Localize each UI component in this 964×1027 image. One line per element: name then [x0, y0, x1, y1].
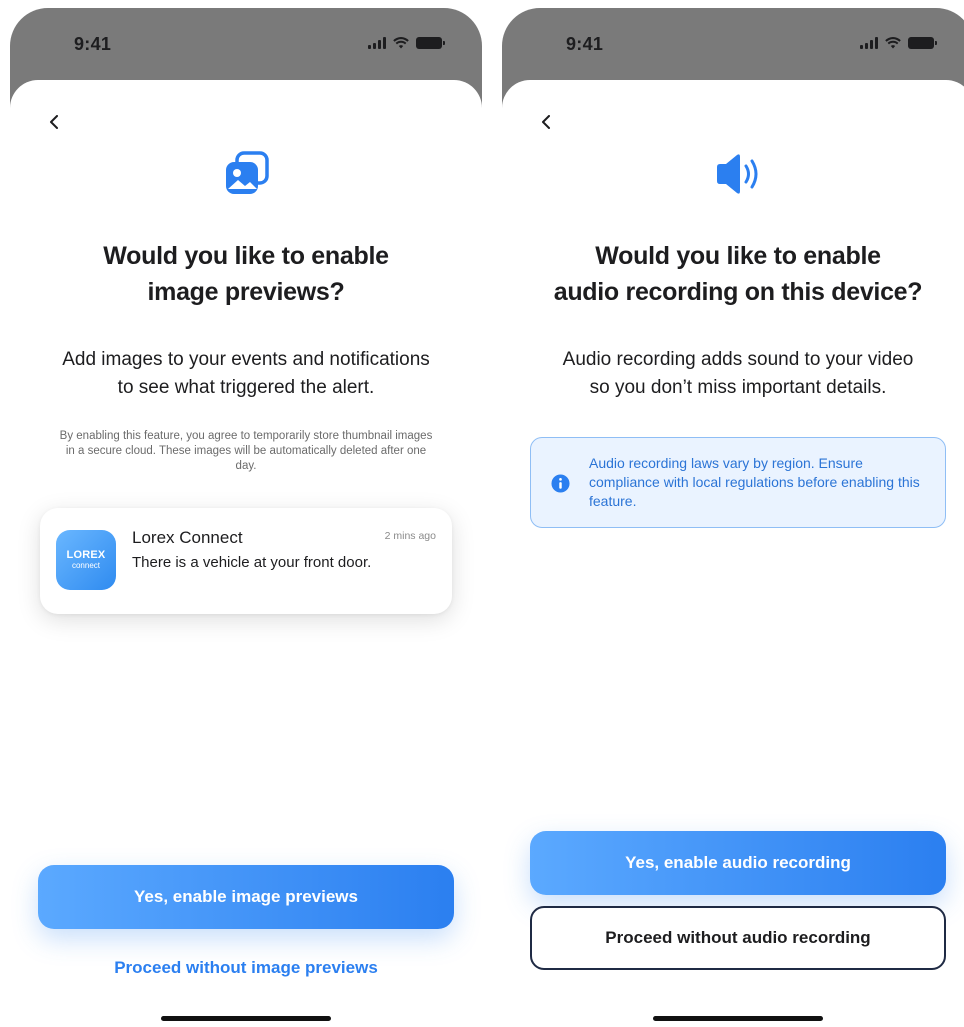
info-icon	[551, 474, 570, 493]
description-text: Audio recording adds sound to your video…	[562, 349, 914, 398]
enable-audio-recording-button[interactable]: Yes, enable audio recording	[530, 831, 946, 895]
status-time: 9:41	[566, 34, 604, 54]
wifi-icon	[393, 37, 409, 49]
notification-body: There is a vehicle at your front door.	[132, 554, 372, 571]
signal-icon	[368, 37, 386, 49]
info-banner: Audio recording laws vary by region. Ens…	[530, 437, 946, 528]
phone-screen-audio-recording: 9:41 Would you like to enable audio reco…	[502, 8, 964, 1027]
lorex-app-icon: LOREX connect	[56, 530, 116, 590]
disclaimer-text: By enabling this feature, you agree to t…	[59, 430, 433, 472]
proceed-without-image-previews-link[interactable]: Proceed without image previews	[30, 958, 462, 978]
back-icon[interactable]	[40, 108, 68, 136]
status-time: 9:41	[74, 34, 112, 54]
status-icons	[860, 37, 937, 49]
info-banner-text: Audio recording laws vary by region. Ens…	[589, 455, 920, 509]
status-bar: 9:41	[502, 8, 964, 80]
back-icon[interactable]	[532, 108, 560, 136]
wifi-icon	[885, 37, 901, 49]
status-bar: 9:41	[10, 8, 482, 80]
notification-title: Lorex Connect	[132, 528, 243, 547]
notification-preview-card: LOREX connect Lorex Connect 2 mins ago T…	[40, 508, 452, 614]
image-gallery-icon	[218, 146, 274, 202]
modal-sheet: Would you like to enable image previews?…	[10, 80, 482, 1027]
signal-icon	[860, 37, 878, 49]
description-text: Add images to your events and notificati…	[62, 349, 430, 398]
home-indicator	[161, 1016, 331, 1021]
enable-image-previews-button[interactable]: Yes, enable image previews	[38, 865, 454, 929]
notification-time: 2 mins ago	[384, 530, 436, 542]
app-icon-subtitle: connect	[71, 561, 101, 570]
speaker-icon	[710, 146, 766, 202]
phone-screen-image-previews: 9:41 Would you like to enable image prev…	[10, 8, 482, 1027]
modal-sheet: Would you like to enable audio recording…	[502, 80, 964, 1027]
page-title: Would you like to enable audio recording…	[553, 242, 923, 306]
battery-icon	[908, 37, 937, 49]
battery-icon	[416, 37, 445, 49]
app-icon-brand: LOREX	[66, 549, 106, 561]
status-icons	[368, 37, 445, 49]
page-title: Would you like to enable image previews?	[103, 242, 389, 306]
home-indicator	[653, 1016, 823, 1021]
proceed-without-audio-recording-button[interactable]: Proceed without audio recording	[530, 906, 946, 970]
